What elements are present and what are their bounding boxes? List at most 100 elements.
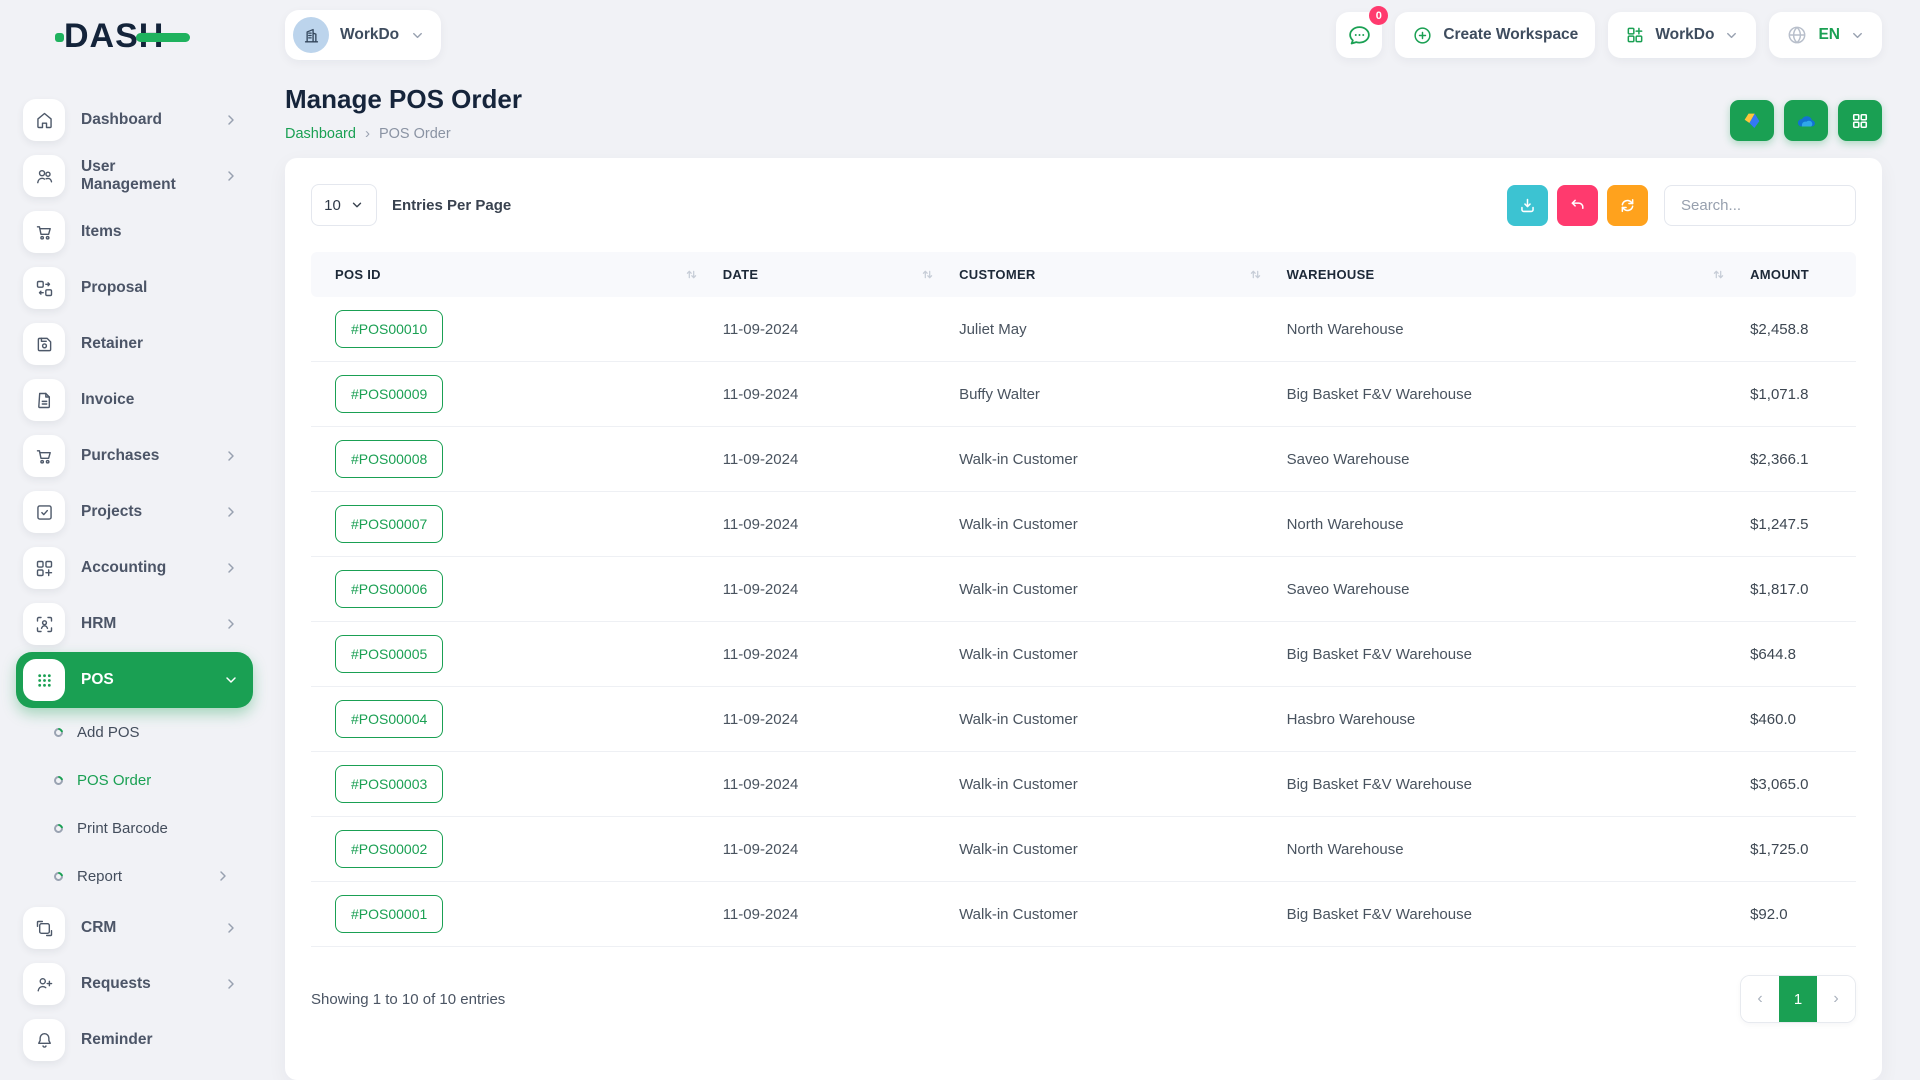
- language-button[interactable]: EN: [1769, 12, 1882, 58]
- chevron-right-icon: [215, 868, 231, 884]
- pos-id-badge[interactable]: #POS00005: [335, 635, 443, 673]
- sidebar-item-accounting[interactable]: Accounting: [16, 540, 253, 596]
- entries-per-page-label: Entries Per Page: [392, 197, 511, 214]
- entries-per-page-select[interactable]: 10: [311, 184, 377, 226]
- grid-view-button[interactable]: [1838, 100, 1882, 141]
- sidebar-subitem-label: POS Order: [77, 772, 231, 789]
- sidebar-item-requests[interactable]: Requests: [16, 956, 253, 1012]
- table-row: #POS00002 11-09-2024 Walk-in Customer No…: [311, 817, 1856, 882]
- reminder-icon: [23, 1019, 65, 1061]
- plus-circle-icon: [1412, 25, 1433, 46]
- undo-button[interactable]: [1557, 185, 1598, 226]
- create-workspace-button[interactable]: Create Workspace: [1395, 12, 1595, 58]
- column-header-amount[interactable]: AMOUNT: [1740, 252, 1856, 297]
- proposal-icon: [23, 267, 65, 309]
- pos-id-badge[interactable]: #POS00006: [335, 570, 443, 608]
- grid-icon: [1850, 111, 1870, 131]
- pos-id-badge[interactable]: #POS00007: [335, 505, 443, 543]
- pos-order-card: 10 Entries Per Page: [285, 158, 1882, 1080]
- sidebar-item-reminder[interactable]: Reminder: [16, 1012, 253, 1068]
- column-header-customer[interactable]: CUSTOMER: [949, 252, 1277, 297]
- app-logo[interactable]: DASH: [0, 0, 265, 72]
- sidebar-item-label: HRM: [81, 615, 207, 633]
- warehouse-cell: Hasbro Warehouse: [1277, 687, 1741, 752]
- pagination-page-button[interactable]: 1: [1779, 976, 1817, 1022]
- messages-count-badge: 0: [1369, 6, 1388, 25]
- sidebar-subitem-label: Add POS: [77, 724, 231, 741]
- sidebar-item-invoice[interactable]: Invoice: [16, 372, 253, 428]
- messages-button[interactable]: 0: [1336, 12, 1382, 58]
- amount-cell: $2,366.1: [1740, 427, 1856, 492]
- sidebar-item-label: Retainer: [81, 335, 239, 353]
- sidebar-subitem-pos-order[interactable]: POS Order: [16, 756, 253, 804]
- sidebar-subitem-print-barcode[interactable]: Print Barcode: [16, 804, 253, 852]
- pos-id-badge[interactable]: #POS00002: [335, 830, 443, 868]
- chevron-right-icon: [223, 112, 239, 128]
- crm-icon: [23, 907, 65, 949]
- pos-order-table: POS ID DATE CUSTOMER WAREHOUSE AMOUNT #P…: [311, 252, 1856, 947]
- sort-icon[interactable]: [684, 267, 699, 282]
- one-drive-button[interactable]: [1784, 100, 1828, 141]
- chevron-down-icon: [223, 672, 239, 688]
- table-header-row: POS ID DATE CUSTOMER WAREHOUSE AMOUNT: [311, 252, 1856, 297]
- topbar-actions: 0 Create Workspace WorkDo: [1336, 12, 1882, 58]
- sidebar-item-dashboard[interactable]: Dashboard: [16, 92, 253, 148]
- breadcrumb: Dashboard › POS Order: [285, 125, 522, 142]
- sidebar-item-projects[interactable]: Projects: [16, 484, 253, 540]
- sidebar-subitem-report[interactable]: Report: [16, 852, 253, 900]
- sidebar-item-crm[interactable]: CRM: [16, 900, 253, 956]
- sidebar-item-pos[interactable]: POS: [16, 652, 253, 708]
- breadcrumb-dashboard-link[interactable]: Dashboard: [285, 126, 356, 142]
- refresh-button[interactable]: [1607, 185, 1648, 226]
- bullet-icon: [52, 726, 65, 739]
- search-input[interactable]: [1664, 185, 1856, 226]
- pos-id-badge[interactable]: #POS00001: [335, 895, 443, 933]
- pagination-next-button[interactable]: ›: [1817, 976, 1855, 1022]
- amount-cell: $3,065.0: [1740, 752, 1856, 817]
- sidebar-item-hrm[interactable]: HRM: [16, 596, 253, 652]
- google-drive-button[interactable]: [1730, 100, 1774, 141]
- sidebar-item-retainer[interactable]: Retainer: [16, 316, 253, 372]
- home-icon: [23, 99, 65, 141]
- customer-cell: Walk-in Customer: [949, 882, 1277, 947]
- chevron-right-icon: [223, 504, 239, 520]
- column-header-date[interactable]: DATE: [713, 252, 949, 297]
- retainer-icon: [23, 323, 65, 365]
- accounting-icon: [23, 547, 65, 589]
- amount-cell: $92.0: [1740, 882, 1856, 947]
- main-area: WorkDo 0 Create Workspace: [265, 0, 1920, 1080]
- pagination-prev-button[interactable]: ‹: [1741, 976, 1779, 1022]
- workspace-selector[interactable]: WorkDo: [285, 10, 441, 60]
- pos-id-badge[interactable]: #POS00003: [335, 765, 443, 803]
- sidebar-menu: Dashboard User Management Items Proposal…: [0, 72, 265, 1068]
- sidebar-item-proposal[interactable]: Proposal: [16, 260, 253, 316]
- app-root: DASH Dashboard User Management Items Pro…: [0, 0, 1920, 1080]
- pos-id-badge[interactable]: #POS00008: [335, 440, 443, 478]
- sidebar-item-purchases[interactable]: Purchases: [16, 428, 253, 484]
- sort-icon[interactable]: [1711, 267, 1726, 282]
- date-cell: 11-09-2024: [713, 687, 949, 752]
- column-header-pos-id[interactable]: POS ID: [311, 252, 713, 297]
- sort-icon[interactable]: [1248, 267, 1263, 282]
- column-header-warehouse[interactable]: WAREHOUSE: [1277, 252, 1741, 297]
- export-download-button[interactable]: [1507, 185, 1548, 226]
- sidebar-item-label: Items: [81, 223, 239, 241]
- app-grid-icon: [1625, 25, 1645, 45]
- amount-cell: $644.8: [1740, 622, 1856, 687]
- date-cell: 11-09-2024: [713, 492, 949, 557]
- bullet-icon: [52, 870, 65, 883]
- warehouse-cell: Big Basket F&V Warehouse: [1277, 362, 1741, 427]
- sidebar-item-user-management[interactable]: User Management: [16, 148, 253, 204]
- sidebar-subitem-add-pos[interactable]: Add POS: [16, 708, 253, 756]
- pos-id-badge[interactable]: #POS00004: [335, 700, 443, 738]
- app-switcher-button[interactable]: WorkDo: [1608, 12, 1756, 58]
- topbar: WorkDo 0 Create Workspace: [285, 0, 1882, 70]
- workspace-name: WorkDo: [340, 26, 399, 44]
- sidebar-item-items[interactable]: Items: [16, 204, 253, 260]
- page-head: Manage POS Order Dashboard › POS Order: [285, 84, 1882, 142]
- logo-accent-dot: [55, 33, 64, 42]
- pos-id-badge[interactable]: #POS00010: [335, 310, 443, 348]
- sidebar-subitem-label: Print Barcode: [77, 820, 231, 837]
- sort-icon[interactable]: [920, 267, 935, 282]
- pos-id-badge[interactable]: #POS00009: [335, 375, 443, 413]
